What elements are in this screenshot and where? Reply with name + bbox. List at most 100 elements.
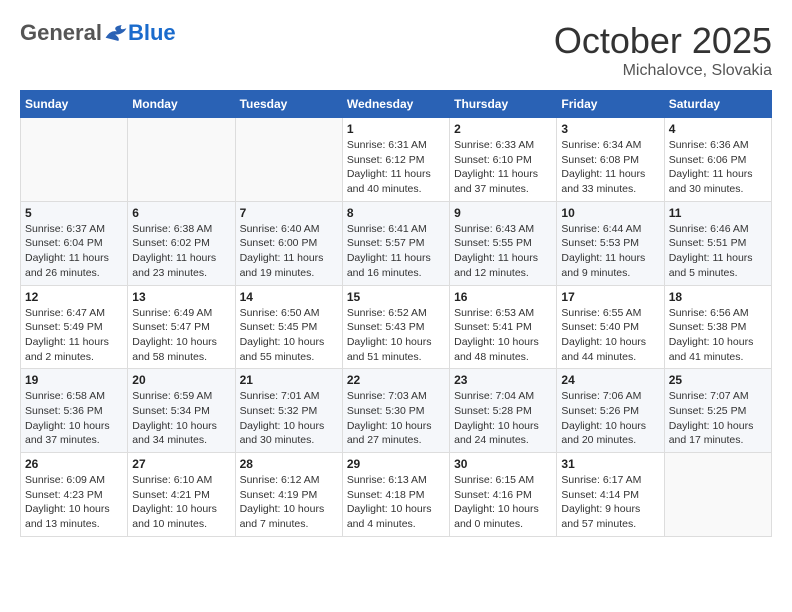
day-number: 21 (240, 373, 338, 387)
calendar-cell: 27 Sunrise: 6:10 AM Sunset: 4:21 PM Dayli… (128, 453, 235, 537)
calendar-cell: 4 Sunrise: 6:36 AM Sunset: 6:06 PM Daylig… (664, 118, 771, 202)
calendar-cell (235, 118, 342, 202)
day-number: 17 (561, 290, 659, 304)
calendar-header-wednesday: Wednesday (342, 91, 449, 118)
calendar-cell: 25Sunrise: 7:07 AM Sunset: 5:25 PM Dayli… (664, 369, 771, 453)
calendar-cell: 19 Sunrise: 6:58 AM Sunset: 5:36 PM Dayli… (21, 369, 128, 453)
day-number: 2 (454, 122, 552, 136)
day-number: 19 (25, 373, 123, 387)
day-number: 27 (132, 457, 230, 471)
calendar-cell: 24 Sunrise: 7:06 AM Sunset: 5:26 PM Dayli… (557, 369, 664, 453)
day-info: Sunrise: 6:53 AM Sunset: 5:41 PM Dayligh… (454, 306, 552, 365)
title-block: October 2025 Michalovce, Slovakia (554, 20, 772, 80)
calendar-cell: 28 Sunrise: 6:12 AM Sunset: 4:19 PM Dayli… (235, 453, 342, 537)
calendar-header-friday: Friday (557, 91, 664, 118)
logo-general-text: General (20, 20, 102, 46)
day-number: 13 (132, 290, 230, 304)
day-info: Sunrise: 6:47 AM Sunset: 5:49 PM Dayligh… (25, 306, 123, 365)
day-info: Sunrise: 7:06 AM Sunset: 5:26 PM Dayligh… (561, 389, 659, 448)
day-info: Sunrise: 6:36 AM Sunset: 6:06 PM Dayligh… (669, 138, 767, 197)
calendar-cell: 14 Sunrise: 6:50 AM Sunset: 5:45 PM Dayli… (235, 285, 342, 369)
location-text: Michalovce, Slovakia (554, 62, 772, 80)
calendar-header-saturday: Saturday (664, 91, 771, 118)
calendar-header-thursday: Thursday (450, 91, 557, 118)
calendar-header-tuesday: Tuesday (235, 91, 342, 118)
day-number: 31 (561, 457, 659, 471)
day-info: Sunrise: 6:52 AM Sunset: 5:43 PM Dayligh… (347, 306, 445, 365)
calendar-cell: 26 Sunrise: 6:09 AM Sunset: 4:23 PM Dayli… (21, 453, 128, 537)
day-number: 22 (347, 373, 445, 387)
day-number: 26 (25, 457, 123, 471)
calendar-cell: 9Sunrise: 6:43 AM Sunset: 5:55 PM Daylig… (450, 201, 557, 285)
day-info: Sunrise: 6:49 AM Sunset: 5:47 PM Dayligh… (132, 306, 230, 365)
day-info: Sunrise: 6:34 AM Sunset: 6:08 PM Dayligh… (561, 138, 659, 197)
calendar-cell: 12 Sunrise: 6:47 AM Sunset: 5:49 PM Dayli… (21, 285, 128, 369)
day-info: Sunrise: 6:40 AM Sunset: 6:00 PM Dayligh… (240, 222, 338, 281)
day-number: 20 (132, 373, 230, 387)
calendar-week-row: 1 Sunrise: 6:31 AM Sunset: 6:12 PM Daylig… (21, 118, 772, 202)
calendar-cell: 10Sunrise: 6:44 AM Sunset: 5:53 PM Dayli… (557, 201, 664, 285)
calendar-cell: 6 Sunrise: 6:38 AM Sunset: 6:02 PM Daylig… (128, 201, 235, 285)
calendar-cell: 3 Sunrise: 6:34 AM Sunset: 6:08 PM Daylig… (557, 118, 664, 202)
day-info: Sunrise: 6:58 AM Sunset: 5:36 PM Dayligh… (25, 389, 123, 448)
day-number: 7 (240, 206, 338, 220)
day-info: Sunrise: 6:13 AM Sunset: 4:18 PM Dayligh… (347, 473, 445, 532)
calendar-cell: 8 Sunrise: 6:41 AM Sunset: 5:57 PM Daylig… (342, 201, 449, 285)
calendar-week-row: 12 Sunrise: 6:47 AM Sunset: 5:49 PM Dayli… (21, 285, 772, 369)
day-number: 6 (132, 206, 230, 220)
calendar-cell: 2 Sunrise: 6:33 AM Sunset: 6:10 PM Daylig… (450, 118, 557, 202)
day-number: 15 (347, 290, 445, 304)
day-info: Sunrise: 6:59 AM Sunset: 5:34 PM Dayligh… (132, 389, 230, 448)
calendar-week-row: 26 Sunrise: 6:09 AM Sunset: 4:23 PM Dayli… (21, 453, 772, 537)
calendar-header-row: SundayMondayTuesdayWednesdayThursdayFrid… (21, 91, 772, 118)
calendar-table: SundayMondayTuesdayWednesdayThursdayFrid… (20, 90, 772, 537)
day-number: 3 (561, 122, 659, 136)
day-info: Sunrise: 6:50 AM Sunset: 5:45 PM Dayligh… (240, 306, 338, 365)
day-info: Sunrise: 6:38 AM Sunset: 6:02 PM Dayligh… (132, 222, 230, 281)
day-info: Sunrise: 6:15 AM Sunset: 4:16 PM Dayligh… (454, 473, 552, 532)
day-number: 14 (240, 290, 338, 304)
calendar-week-row: 5 Sunrise: 6:37 AM Sunset: 6:04 PM Daylig… (21, 201, 772, 285)
calendar-cell: 5 Sunrise: 6:37 AM Sunset: 6:04 PM Daylig… (21, 201, 128, 285)
day-info: Sunrise: 6:12 AM Sunset: 4:19 PM Dayligh… (240, 473, 338, 532)
calendar-cell: 22Sunrise: 7:03 AM Sunset: 5:30 PM Dayli… (342, 369, 449, 453)
day-number: 28 (240, 457, 338, 471)
calendar-cell: 11Sunrise: 6:46 AM Sunset: 5:51 PM Dayli… (664, 201, 771, 285)
calendar-cell: 7 Sunrise: 6:40 AM Sunset: 6:00 PM Daylig… (235, 201, 342, 285)
calendar-week-row: 19 Sunrise: 6:58 AM Sunset: 5:36 PM Dayli… (21, 369, 772, 453)
day-info: Sunrise: 6:09 AM Sunset: 4:23 PM Dayligh… (25, 473, 123, 532)
logo: General Blue (20, 20, 176, 46)
day-number: 8 (347, 206, 445, 220)
day-info: Sunrise: 6:33 AM Sunset: 6:10 PM Dayligh… (454, 138, 552, 197)
day-info: Sunrise: 6:41 AM Sunset: 5:57 PM Dayligh… (347, 222, 445, 281)
calendar-cell: 23 Sunrise: 7:04 AM Sunset: 5:28 PM Dayli… (450, 369, 557, 453)
calendar-cell (664, 453, 771, 537)
day-number: 16 (454, 290, 552, 304)
day-info: Sunrise: 6:31 AM Sunset: 6:12 PM Dayligh… (347, 138, 445, 197)
calendar-cell: 29 Sunrise: 6:13 AM Sunset: 4:18 PM Dayli… (342, 453, 449, 537)
day-number: 18 (669, 290, 767, 304)
calendar-cell: 1 Sunrise: 6:31 AM Sunset: 6:12 PM Daylig… (342, 118, 449, 202)
day-info: Sunrise: 6:44 AM Sunset: 5:53 PM Dayligh… (561, 222, 659, 281)
day-info: Sunrise: 6:43 AM Sunset: 5:55 PM Dayligh… (454, 222, 552, 281)
day-number: 12 (25, 290, 123, 304)
day-number: 1 (347, 122, 445, 136)
day-info: Sunrise: 7:04 AM Sunset: 5:28 PM Dayligh… (454, 389, 552, 448)
day-number: 29 (347, 457, 445, 471)
day-info: Sunrise: 6:56 AM Sunset: 5:38 PM Dayligh… (669, 306, 767, 365)
calendar-cell: 31 Sunrise: 6:17 AM Sunset: 4:14 PM Dayli… (557, 453, 664, 537)
day-number: 23 (454, 373, 552, 387)
day-number: 4 (669, 122, 767, 136)
calendar-cell: 15 Sunrise: 6:52 AM Sunset: 5:43 PM Dayli… (342, 285, 449, 369)
day-number: 5 (25, 206, 123, 220)
day-info: Sunrise: 6:46 AM Sunset: 5:51 PM Dayligh… (669, 222, 767, 281)
day-info: Sunrise: 6:10 AM Sunset: 4:21 PM Dayligh… (132, 473, 230, 532)
calendar-header-monday: Monday (128, 91, 235, 118)
day-info: Sunrise: 6:37 AM Sunset: 6:04 PM Dayligh… (25, 222, 123, 281)
day-number: 24 (561, 373, 659, 387)
logo-bird-icon (104, 23, 128, 43)
day-info: Sunrise: 6:17 AM Sunset: 4:14 PM Dayligh… (561, 473, 659, 532)
logo-blue-text: Blue (128, 20, 176, 46)
calendar-cell: 16 Sunrise: 6:53 AM Sunset: 5:41 PM Dayli… (450, 285, 557, 369)
calendar-cell: 21Sunrise: 7:01 AM Sunset: 5:32 PM Dayli… (235, 369, 342, 453)
